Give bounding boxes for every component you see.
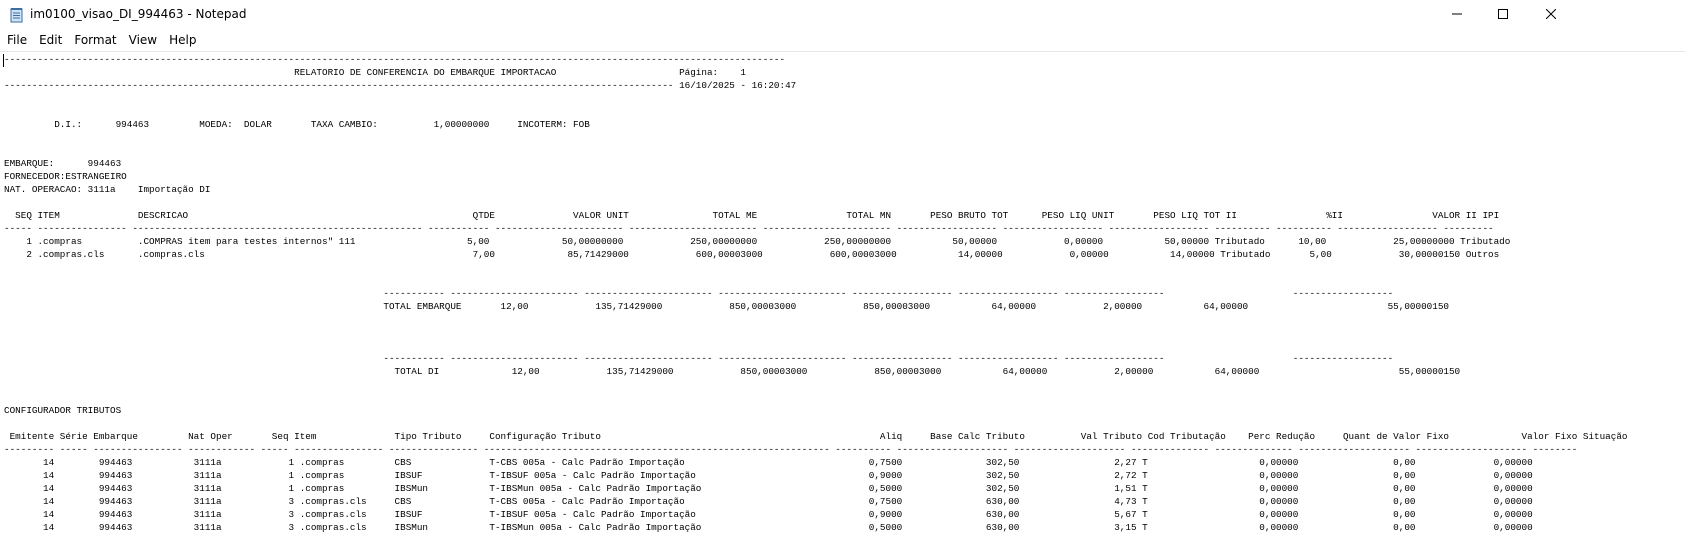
menu-help[interactable]: Help (163, 30, 202, 50)
document-line: NAT. OPERACAO: 3111a Importação DI (4, 184, 211, 195)
minimize-icon (1452, 6, 1462, 24)
document-line: Emitente Série Embarque Nat Oper Seq Ite… (4, 431, 1628, 442)
document-line: 14 994463 3111a 3 .compras.cls IBSUF T-I… (4, 509, 1533, 520)
document-line: ----------------------------------------… (4, 54, 786, 65)
document-line: EMBARQUE: 994463 (4, 158, 122, 169)
document-line: 14 994463 3111a 3 .compras.cls CBS T-CBS… (4, 496, 1533, 507)
maximize-button[interactable] (1480, 0, 1526, 30)
document-line: FORNECEDOR:ESTRANGEIRO (4, 171, 127, 182)
menu-view[interactable]: View (123, 30, 163, 50)
menu-file[interactable]: File (0, 30, 33, 50)
document-line: 14 994463 3111a 1 .compras IBSUF T-IBSUF… (4, 470, 1533, 481)
document-line: ----------------------------------------… (4, 80, 797, 91)
document-line: TOTAL EMBARQUE 12,00 135,71429000 850,00… (4, 301, 1449, 312)
document-line: 2 .compras.cls .compras.cls 7,00 85,7142… (4, 249, 1500, 260)
document-line: SEQ ITEM DESCRICAO QTDE VALOR UNIT TOTAL… (4, 210, 1500, 221)
menu-bar: File Edit Format View Help (0, 30, 1685, 50)
document-line: --------- ----- ---------------- -------… (4, 444, 1578, 455)
document-line: D.I.: 994463 MOEDA: DOLAR TAXA CAMBIO: 1… (4, 119, 590, 130)
document-line: 14 994463 3111a 1 .compras IBSMun T-IBSM… (4, 483, 1533, 494)
window-title: im0100_visao_DI_994463 - Notepad (30, 7, 247, 21)
menu-format[interactable]: Format (68, 30, 122, 50)
document-line: RELATORIO DE CONFERENCIA DO EMBARQUE IMP… (4, 67, 747, 78)
document-text[interactable]: ----------------------------------------… (4, 53, 1628, 534)
menu-edit[interactable]: Edit (33, 30, 68, 50)
document-line: 14 994463 3111a 3 .compras.cls IBSMun T-… (4, 522, 1533, 533)
notepad-icon[interactable] (10, 7, 24, 23)
document-line: 14 994463 3111a 1 .compras CBS T-CBS 005… (4, 457, 1533, 468)
close-button[interactable] (1528, 0, 1574, 30)
minimize-button[interactable] (1434, 0, 1480, 30)
document-line: ----------- ----------------------- ----… (4, 288, 1394, 299)
document-line: CONFIGURADOR TRIBUTOS (4, 405, 122, 416)
close-icon (1545, 6, 1557, 24)
text-editor[interactable]: ----------------------------------------… (0, 51, 1685, 549)
document-line: 1 .compras .COMPRAS item para testes int… (4, 236, 1511, 247)
document-line: ----------- ----------------------- ----… (4, 353, 1394, 364)
document-line: TOTAL DI 12,00 135,71429000 850,00003000… (4, 366, 1461, 377)
maximize-icon (1498, 6, 1508, 24)
title-bar[interactable]: im0100_visao_DI_994463 - Notepad (0, 0, 1685, 30)
document-line: ----- ---------------- -----------------… (4, 223, 1494, 234)
